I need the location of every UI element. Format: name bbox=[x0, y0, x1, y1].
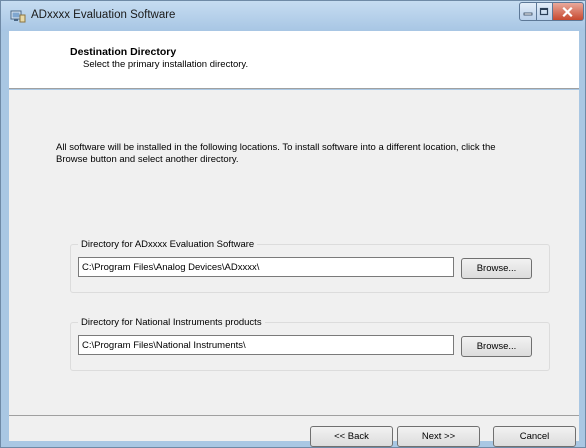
adxxxx-directory-label: Directory for ADxxxx Evaluation Software bbox=[78, 239, 258, 250]
ni-browse-button[interactable]: Browse... bbox=[461, 336, 532, 357]
window-controls bbox=[519, 2, 584, 21]
installer-app-icon bbox=[10, 9, 26, 23]
ni-directory-group: Directory for National Instruments produ… bbox=[70, 317, 550, 371]
adxxxx-browse-button[interactable]: Browse... bbox=[461, 258, 532, 279]
next-button[interactable]: Next >> bbox=[397, 426, 480, 447]
maximize-icon bbox=[540, 7, 549, 16]
ni-directory-label: Directory for National Instruments produ… bbox=[78, 317, 265, 328]
wizard-footer: << Back Next >> Cancel bbox=[9, 415, 579, 447]
cancel-button[interactable]: Cancel bbox=[493, 426, 576, 447]
wizard-body: All software will be installed in the fo… bbox=[9, 90, 579, 415]
maximize-button[interactable] bbox=[536, 2, 553, 21]
close-button[interactable] bbox=[552, 2, 584, 21]
minimize-icon bbox=[523, 12, 533, 15]
title-bar[interactable]: ADxxxx Evaluation Software bbox=[1, 1, 585, 31]
window-title: ADxxxx Evaluation Software bbox=[31, 9, 176, 21]
wizard-header: Destination Directory Select the primary… bbox=[9, 31, 579, 89]
instructions-text: All software will be installed in the fo… bbox=[56, 142, 496, 165]
page-subtitle: Select the primary installation director… bbox=[83, 59, 249, 70]
close-icon bbox=[562, 6, 573, 17]
adxxxx-directory-group: Directory for ADxxxx Evaluation Software… bbox=[70, 239, 550, 293]
adxxxx-directory-input[interactable] bbox=[78, 257, 454, 277]
ni-directory-input[interactable] bbox=[78, 335, 454, 355]
installer-window: ADxxxx Evaluation Software Destination D… bbox=[0, 0, 586, 448]
page-title: Destination Directory bbox=[70, 46, 177, 58]
minimize-button[interactable] bbox=[519, 2, 537, 21]
back-button[interactable]: << Back bbox=[310, 426, 393, 447]
